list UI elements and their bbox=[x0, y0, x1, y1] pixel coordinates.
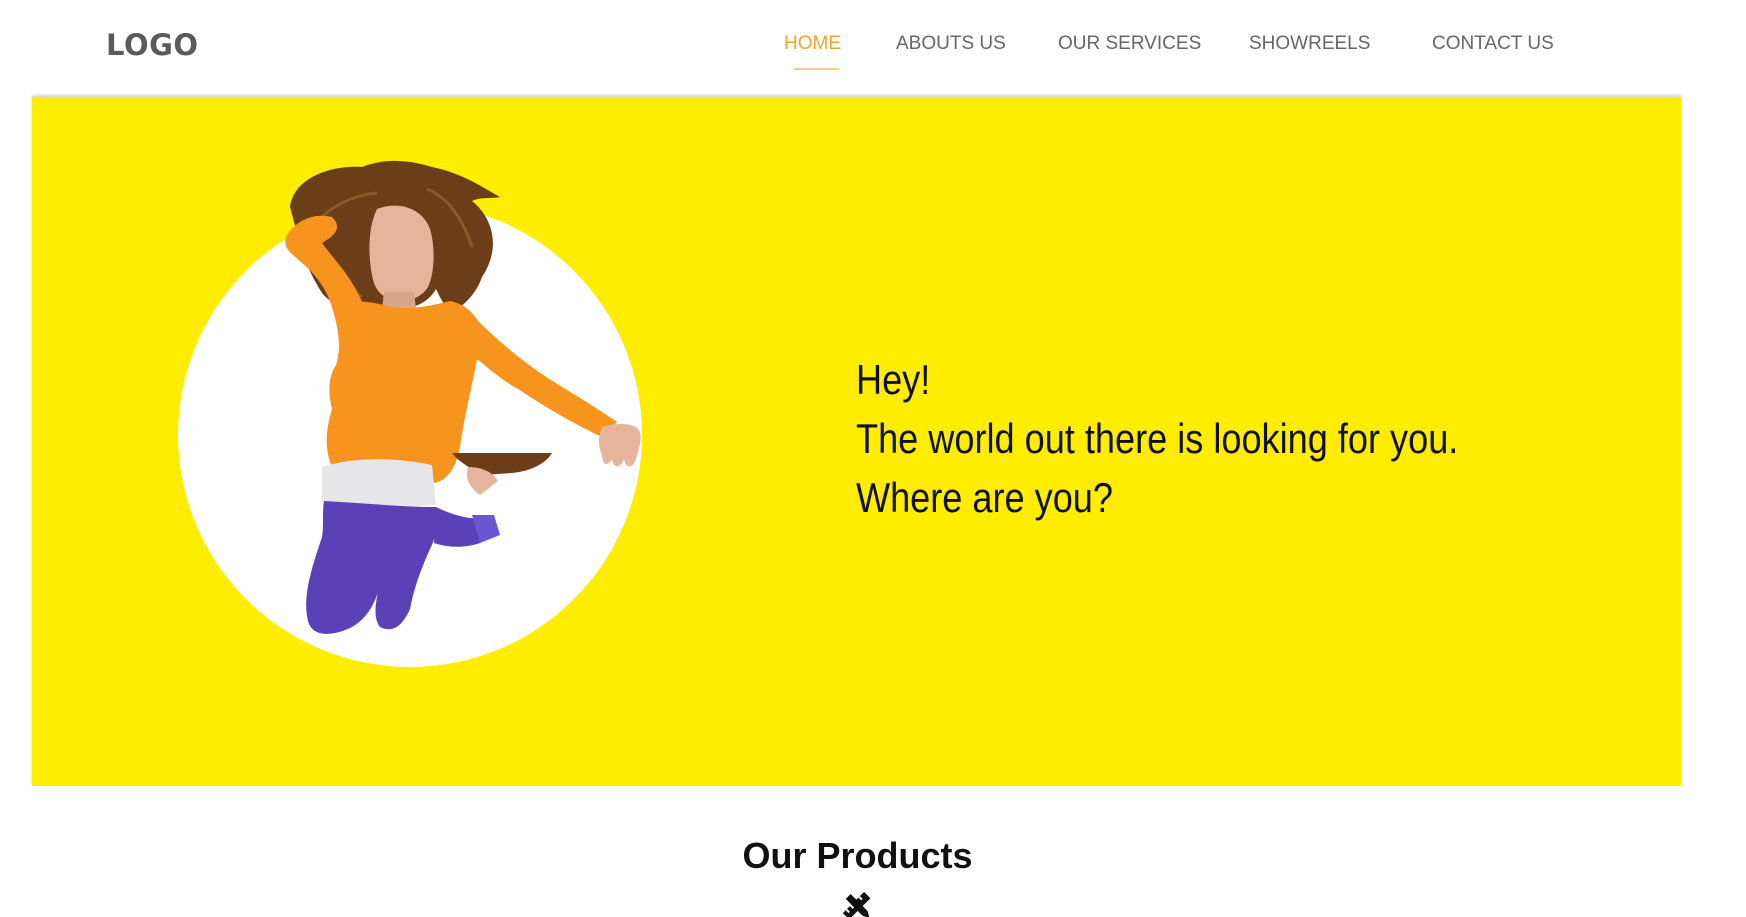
hero-line-question: Where are you? bbox=[856, 474, 1113, 521]
shirt-hem bbox=[322, 459, 436, 506]
nav-item-showreels[interactable]: SHOWREELS bbox=[1249, 33, 1370, 55]
jumping-woman-illustration bbox=[178, 160, 642, 667]
pencil-ruler-icon bbox=[842, 891, 871, 917]
nav-item-our-services[interactable]: OUR SERVICES bbox=[1058, 33, 1201, 55]
right-hand bbox=[599, 424, 641, 467]
nav-item-about-us[interactable]: ABOUTS US bbox=[896, 33, 1006, 55]
nav-item-contact-us[interactable]: CONTACT US bbox=[1432, 33, 1554, 55]
hero-line-greeting: Hey! bbox=[856, 356, 931, 403]
main-nav: HOME ABOUTS US OUR SERVICES SHOWREELS CO… bbox=[0, 33, 1746, 73]
hero-message: Hey! The world out there is looking for … bbox=[856, 350, 1458, 527]
products-heading: Our Products bbox=[742, 835, 973, 876]
page: LOGO HOME ABOUTS US OUR SERVICES SHOWREE… bbox=[0, 0, 1746, 917]
hero-banner: Hey! The world out there is looking for … bbox=[32, 97, 1681, 786]
nav-item-home[interactable]: HOME bbox=[784, 33, 841, 55]
site-header: LOGO HOME ABOUTS US OUR SERVICES SHOWREE… bbox=[0, 0, 1746, 96]
active-nav-indicator bbox=[794, 68, 839, 70]
hero-line-world: The world out there is looking for you. bbox=[856, 415, 1459, 462]
face bbox=[369, 205, 434, 301]
